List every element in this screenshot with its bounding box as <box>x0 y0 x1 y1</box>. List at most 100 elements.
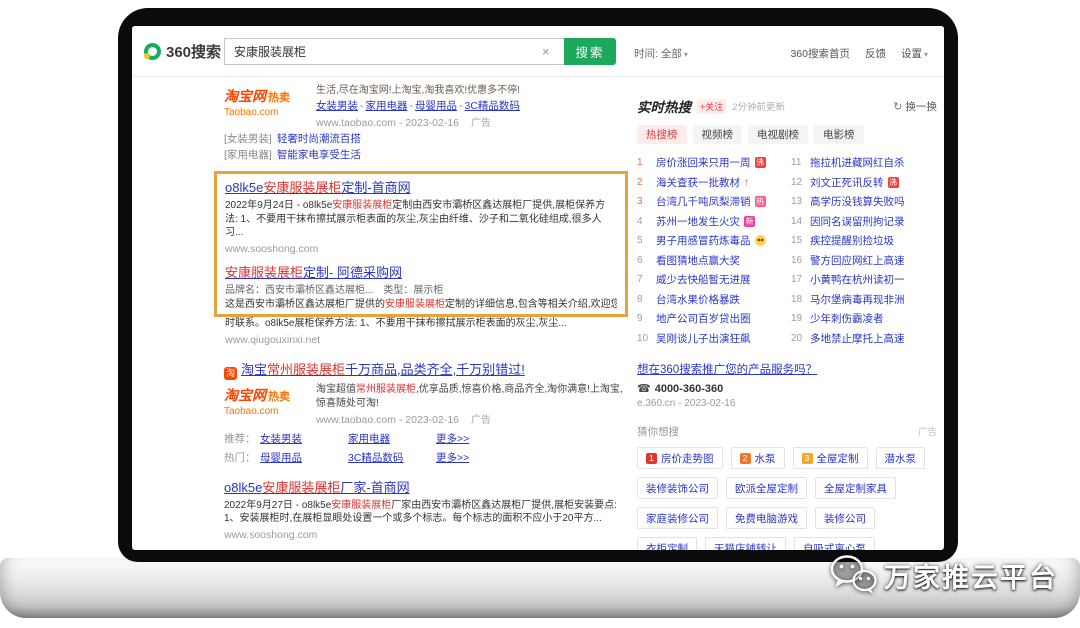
hot-search-item[interactable]: 2海关查获一批教材↑ <box>637 173 783 193</box>
clear-icon[interactable]: × <box>542 44 550 59</box>
hot-search-item[interactable]: 6看图猜地点赢大奖 <box>637 251 783 271</box>
result-title-link[interactable]: 安康服装展柜定制- 阿德采购网 <box>225 265 402 280</box>
tab-tv-list[interactable]: 电视剧榜 <box>748 125 808 144</box>
hot-search-item[interactable]: 14因同名误留刑拘记录 <box>791 212 937 232</box>
taobao-logo[interactable]: 淘宝网热卖 Taobao.com <box>224 383 306 428</box>
hot-search-item[interactable]: 1房价涨回来只用一周沸 <box>637 153 783 173</box>
result-url: www.sooshong.com <box>225 242 617 257</box>
title-text: 定制-首商网 <box>341 180 410 195</box>
360-logo[interactable]: 360搜索 <box>144 41 221 62</box>
hot-search-item[interactable]: 19少年刺伤霸凌者 <box>791 309 937 329</box>
hot-text: 马尔堡病毒再现非洲 <box>810 292 905 307</box>
updated-time: 2分钟前更新 <box>732 99 785 113</box>
hot-text: 看图猜地点赢大奖 <box>656 253 740 268</box>
hot-search-item[interactable]: 12刘文正死讯反转沸 <box>791 173 937 193</box>
hot-search-item[interactable]: 5男子用感冒药炼毒品 <box>637 231 783 251</box>
hot-search-tabs: 热搜榜 视频榜 电视剧榜 电影榜 <box>637 125 937 144</box>
guess-tag[interactable]: 衣柜定制 <box>637 537 697 550</box>
taobao-logo-domain: Taobao.com <box>224 107 306 118</box>
organic-result-1: o8lk5e安康服装展柜定制-首商网 2022年9月24日 - o8lk5e安康… <box>225 179 617 257</box>
sublink-text[interactable]: 轻奢时尚潮流百搭 <box>277 133 361 145</box>
tab-hot-list[interactable]: 热搜榜 <box>637 125 687 144</box>
more-link[interactable]: 更多>> <box>436 450 469 466</box>
laptop-mockup: 360搜索 × 搜索 时间: 全部▾ 360搜索首页 反馈 设置▾ <box>0 0 1080 628</box>
taobao-logo[interactable]: 淘宝网热卖 Taobao.com <box>224 84 306 131</box>
tab-video-list[interactable]: 视频榜 <box>693 125 743 144</box>
wechat-icon <box>829 554 877 596</box>
sublink-text[interactable]: 智能家电享受生活 <box>277 149 361 161</box>
promo-block: 想在360搜索推广您的产品服务吗？ ☎4000-360-360 e.360.cn… <box>637 361 937 409</box>
ad-link[interactable]: 家用电器 <box>348 431 436 447</box>
hot-search-item[interactable]: 13高学历没钱算失败吗 <box>791 192 937 212</box>
guess-tag[interactable]: 家庭装修公司 <box>637 507 718 529</box>
ad-link[interactable]: 女装男装 <box>316 100 358 112</box>
hot-search-item[interactable]: 11拖拉机进藏网红自杀 <box>791 153 937 173</box>
ad-link[interactable]: 3C精品数码 <box>457 100 520 112</box>
tab-movie-list[interactable]: 电影榜 <box>814 125 864 144</box>
sidebar: 实时热搜 +关注 2分钟前更新 ↻换一换 热搜榜 视频榜 电视剧榜 电影榜 1房… <box>637 96 937 550</box>
hot-search-item[interactable]: 18马尔堡病毒再现非洲 <box>791 290 937 310</box>
rank-badge-1: 1 <box>646 453 657 464</box>
hot-search-item[interactable]: 4 苏州一地发生火灾新 <box>637 212 783 232</box>
hot-rank: 4 <box>637 216 652 227</box>
more-link[interactable]: 更多>> <box>436 431 469 447</box>
guess-tag[interactable]: 潜水泵 <box>876 447 926 469</box>
guess-tag[interactable]: 自吸式离心泵 <box>794 537 875 550</box>
hot-search-item[interactable]: 15疾控提醒别捡垃圾 <box>791 231 937 251</box>
result-snippet: 这是西安市灞桥区鑫达展柜厂提供的安康服装展柜定制的详细信息,包含等相关介绍,欢迎… <box>225 298 617 312</box>
search-input[interactable] <box>224 38 564 65</box>
guess-tag-label: 水泵 <box>755 451 776 466</box>
ad-link[interactable]: 女装男装 <box>260 431 348 447</box>
guess-tag[interactable]: 装修公司 <box>815 507 875 529</box>
nav-feedback[interactable]: 反馈 <box>865 46 886 61</box>
result-title-link[interactable]: o8lk5e安康服装展柜定制-首商网 <box>225 180 411 195</box>
organic-result-2-continued: 时联系。o8lk5e展柜保养方法: 1、不要用干抹布擦拭展示柜表面的灰尘,灰尘.… <box>225 317 628 348</box>
hot-text: 苏州一地发生火灾 <box>656 214 740 229</box>
hot-rank: 3 <box>637 196 652 207</box>
hot-search-title: 实时热搜 <box>637 96 691 116</box>
title-keyword: 常州服装展柜 <box>267 362 345 377</box>
guess-tag[interactable]: 天猫店铺转让 <box>705 537 786 550</box>
guess-tag[interactable]: 1房价走势图 <box>637 447 723 469</box>
ad-label: 广告 <box>471 415 491 426</box>
hot-badge-new: 新 <box>744 216 755 227</box>
hot-text: 威少去快船暂无进展 <box>656 272 751 287</box>
time-filter[interactable]: 时间: 全部▾ <box>634 46 688 61</box>
follow-badge[interactable]: +关注 <box>697 99 726 114</box>
result-title-link[interactable]: 淘宝常州服装展柜千万商品,品类齐全,千万别错过! <box>241 362 525 377</box>
hot-search-item[interactable]: 10吴刚谈儿子出演狂飙 <box>637 329 783 349</box>
hot-search-item[interactable]: 17小黄鸭在杭州读初一 <box>791 270 937 290</box>
hot-search-item[interactable]: 16警方回应网红上高速 <box>791 251 937 271</box>
nav-settings[interactable]: 设置▾ <box>901 46 928 61</box>
ad-link[interactable]: 母婴用品 <box>260 450 348 466</box>
promo-link[interactable]: 想在360搜索推广您的产品服务吗？ <box>637 364 817 376</box>
title-keyword: 安康服装展柜 <box>263 180 341 195</box>
hot-text: 台湾水果价格暴跌 <box>656 292 740 307</box>
hot-search-item[interactable]: 9地产公司百岁贷出圈 <box>637 309 783 329</box>
result-title-link[interactable]: o8lk5e安康服装展柜厂家-首商网 <box>224 480 410 495</box>
hot-rank: 13 <box>791 196 806 207</box>
ad-link[interactable]: 家用电器 <box>358 100 408 112</box>
hot-rank: 20 <box>791 333 806 344</box>
hot-search-item[interactable]: 7威少去快船暂无进展 <box>637 270 783 290</box>
guess-tag[interactable]: 装修装饰公司 <box>637 477 718 499</box>
hot-rank: 12 <box>791 177 806 188</box>
guess-tag[interactable]: 2水泵 <box>731 447 785 469</box>
guess-tag[interactable]: 免费电脑游戏 <box>726 507 807 529</box>
ad-description: 淘宝超值常州服装展柜,优享品质,惊喜价格,商品齐全,淘你满意!上淘宝, <box>316 383 623 397</box>
refresh-button[interactable]: ↻换一换 <box>893 99 937 114</box>
ad-link[interactable]: 母婴用品 <box>408 100 458 112</box>
title-text: 千万商品,品类齐全,千万别错过! <box>345 362 525 377</box>
hot-search-item[interactable]: 20多地禁止摩托上高速 <box>791 329 937 349</box>
ad-link[interactable]: 3C精品数码 <box>348 450 436 466</box>
result-url: www.taobao.com - 2023-02-16广告 <box>316 116 520 131</box>
hot-rank: 9 <box>637 313 652 324</box>
guess-tag[interactable]: 3全屋定制 <box>793 447 868 469</box>
search-button[interactable]: 搜索 <box>564 38 616 65</box>
hot-search-item[interactable]: 3台湾几千吨凤梨滞销热 <box>637 192 783 212</box>
taobao-logo-sub: 热卖 <box>268 391 290 403</box>
hot-search-item[interactable]: 8台湾水果价格暴跌 <box>637 290 783 310</box>
nav-home[interactable]: 360搜索首页 <box>790 46 850 61</box>
guess-tag[interactable]: 全屋定制家具 <box>815 477 896 499</box>
guess-tag[interactable]: 欧派全屋定制 <box>726 477 807 499</box>
